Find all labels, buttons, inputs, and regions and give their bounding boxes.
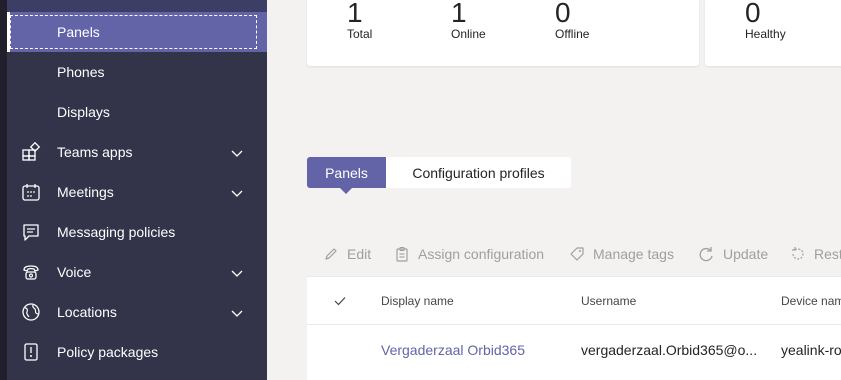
- stat-value: 0: [555, 0, 571, 24]
- edit-icon: [325, 247, 337, 260]
- update-label: Update: [723, 245, 769, 262]
- checkmark-icon: [334, 297, 346, 306]
- package-icon: [21, 342, 41, 362]
- device-name-cell: yealink-ro: [781, 342, 841, 358]
- table-header: Display name Username Device nam: [307, 277, 841, 325]
- table-row[interactable]: Vergaderzaal Orbid365 vergaderzaal.Orbid…: [307, 326, 841, 374]
- device-tabs: Panels Configuration profiles: [307, 157, 571, 194]
- clipboard-icon: [396, 246, 408, 262]
- sidebar-item-label: Meetings: [57, 184, 114, 200]
- chevron-down-icon[interactable]: [231, 266, 243, 278]
- sidebar-item-label: Teams apps: [57, 144, 133, 160]
- apps-icon: [21, 141, 41, 162]
- stat-value: 1: [347, 0, 363, 24]
- sidebar-item-panels[interactable]: Panels: [7, 12, 267, 52]
- stat-offline: 0 Offline: [555, 0, 589, 41]
- chevron-down-icon[interactable]: [231, 186, 243, 198]
- stat-healthy: 0 Healthy: [745, 0, 786, 41]
- stat-value: 0: [745, 0, 761, 24]
- select-all-checkbox[interactable]: [333, 277, 347, 325]
- panels-table: Display name Username Device nam Vergade…: [307, 277, 841, 380]
- assign-configuration-label: Assign configuration: [418, 245, 545, 262]
- sidebar-item-policy-packages[interactable]: Policy packages: [7, 332, 267, 372]
- column-header-username[interactable]: Username: [581, 277, 636, 325]
- assign-configuration-button[interactable]: Assign configuration: [394, 230, 544, 277]
- restart-icon: [792, 246, 804, 260]
- update-button[interactable]: Update: [697, 230, 768, 277]
- stat-label: Healthy: [745, 27, 786, 41]
- refresh-icon: [699, 246, 713, 261]
- column-header-display-name[interactable]: Display name: [381, 277, 454, 325]
- restart-label: Rest: [814, 245, 841, 262]
- edit-button[interactable]: Edit: [323, 230, 371, 277]
- calendar-icon: [21, 182, 41, 202]
- sidebar-parent-item-band: [7, 0, 267, 12]
- column-header-device-name[interactable]: Device nam: [781, 277, 841, 325]
- tab-configuration-profiles[interactable]: Configuration profiles: [386, 157, 571, 188]
- stat-label: Online: [451, 27, 486, 41]
- sidebar-item-label: Policy packages: [57, 344, 159, 360]
- sidebar-edge-strip: [0, 0, 7, 380]
- sidebar-item-teams-apps[interactable]: Teams apps: [7, 132, 267, 172]
- stat-value: 1: [451, 0, 467, 24]
- chevron-down-icon[interactable]: [231, 306, 243, 318]
- sidebar-item-phones[interactable]: Phones: [7, 52, 267, 92]
- sidebar-item-label: Displays: [57, 104, 110, 120]
- sidebar-item-locations[interactable]: Locations: [7, 292, 267, 332]
- phone-icon: [21, 262, 41, 282]
- sidebar-item-messaging-policies[interactable]: Messaging policies: [7, 212, 267, 252]
- chat-icon: [21, 222, 41, 242]
- stat-online: 1 Online: [451, 0, 486, 41]
- sidebar-item-meetings[interactable]: Meetings: [7, 172, 267, 212]
- sidebar-item-label: Voice: [57, 264, 92, 280]
- display-name-link[interactable]: Vergaderzaal Orbid365: [381, 326, 525, 374]
- sidebar-item-displays[interactable]: Displays: [7, 92, 267, 132]
- globe-icon: [21, 302, 41, 322]
- sidebar: Panels Phones Displays Teams apps Meetin…: [0, 0, 267, 380]
- edit-label: Edit: [347, 245, 372, 262]
- stat-label: Offline: [555, 27, 590, 41]
- manage-tags-label: Manage tags: [593, 245, 674, 262]
- tag-icon: [570, 246, 584, 261]
- sidebar-item-label: Messaging policies: [57, 224, 176, 240]
- command-bar: Edit Assign configuration Manage tags Up…: [307, 230, 841, 277]
- device-stats-card: 1 Total 1 Online 0 Offline: [307, 0, 699, 66]
- chevron-down-icon[interactable]: [231, 146, 243, 158]
- stat-label: Total: [347, 27, 373, 41]
- stat-total: 1 Total: [347, 0, 372, 41]
- restart-button[interactable]: Rest: [790, 230, 841, 277]
- sidebar-item-label: Locations: [57, 304, 117, 320]
- health-stats-card: 0 Healthy: [705, 0, 841, 66]
- sidebar-item-label: Phones: [57, 64, 105, 80]
- sidebar-item-voice[interactable]: Voice: [7, 252, 267, 292]
- manage-tags-button[interactable]: Manage tags: [569, 230, 674, 277]
- sidebar-item-label: Panels: [57, 24, 100, 40]
- tab-panels[interactable]: Panels: [307, 157, 386, 194]
- username-cell: vergaderzaal.Orbid365@o...: [581, 342, 758, 358]
